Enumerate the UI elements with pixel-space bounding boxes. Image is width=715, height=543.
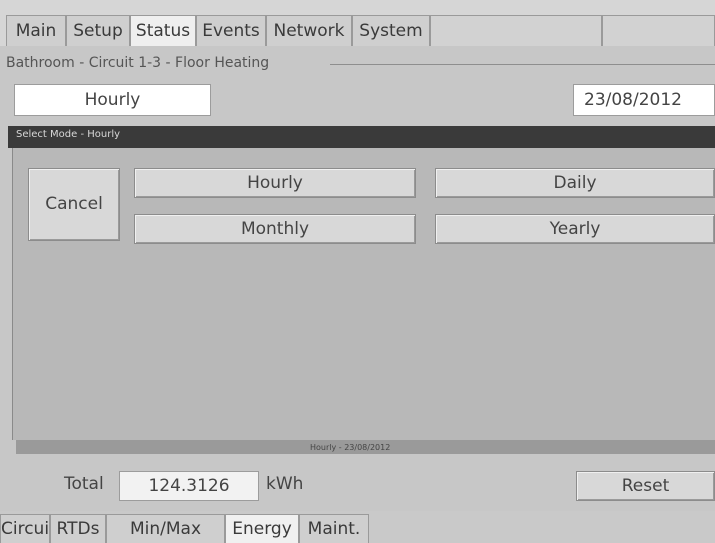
tab-status[interactable]: Status: [130, 15, 196, 46]
chart-caption: Hourly - 23/08/2012: [310, 443, 391, 452]
mode-display[interactable]: Hourly: [14, 84, 211, 116]
tab-system[interactable]: System: [352, 15, 430, 46]
circuit-title: Bathroom - Circuit 1-3 - Floor Heating: [6, 55, 274, 71]
yearly-button[interactable]: Yearly: [435, 214, 715, 244]
tab-empty-slot: [430, 15, 602, 46]
total-label: Total: [64, 474, 104, 494]
tab-maint[interactable]: Maint.: [299, 514, 369, 543]
cancel-button[interactable]: Cancel: [28, 168, 120, 241]
reset-button[interactable]: Reset: [576, 471, 715, 501]
total-value: 124.3126: [119, 471, 259, 501]
hourly-button[interactable]: Hourly: [134, 168, 416, 198]
tab-setup[interactable]: Setup: [66, 15, 130, 46]
date-field[interactable]: 23/08/2012: [573, 84, 715, 116]
circuit-divider: [330, 64, 715, 65]
tab-empty-slot: [602, 15, 715, 46]
tab-events[interactable]: Events: [196, 15, 266, 46]
dialog-title: Select Mode - Hourly: [16, 129, 121, 140]
tab-circuit[interactable]: Circuit: [0, 514, 50, 543]
tab-main[interactable]: Main: [6, 15, 66, 46]
unit-label: kWh: [266, 474, 304, 494]
tab-rtds[interactable]: RTDs: [50, 514, 106, 543]
tab-min-max[interactable]: Min/Max: [106, 514, 225, 543]
tab-network[interactable]: Network: [266, 15, 352, 46]
daily-button[interactable]: Daily: [435, 168, 715, 198]
monthly-button[interactable]: Monthly: [134, 214, 416, 244]
tab-energy[interactable]: Energy: [225, 514, 299, 543]
